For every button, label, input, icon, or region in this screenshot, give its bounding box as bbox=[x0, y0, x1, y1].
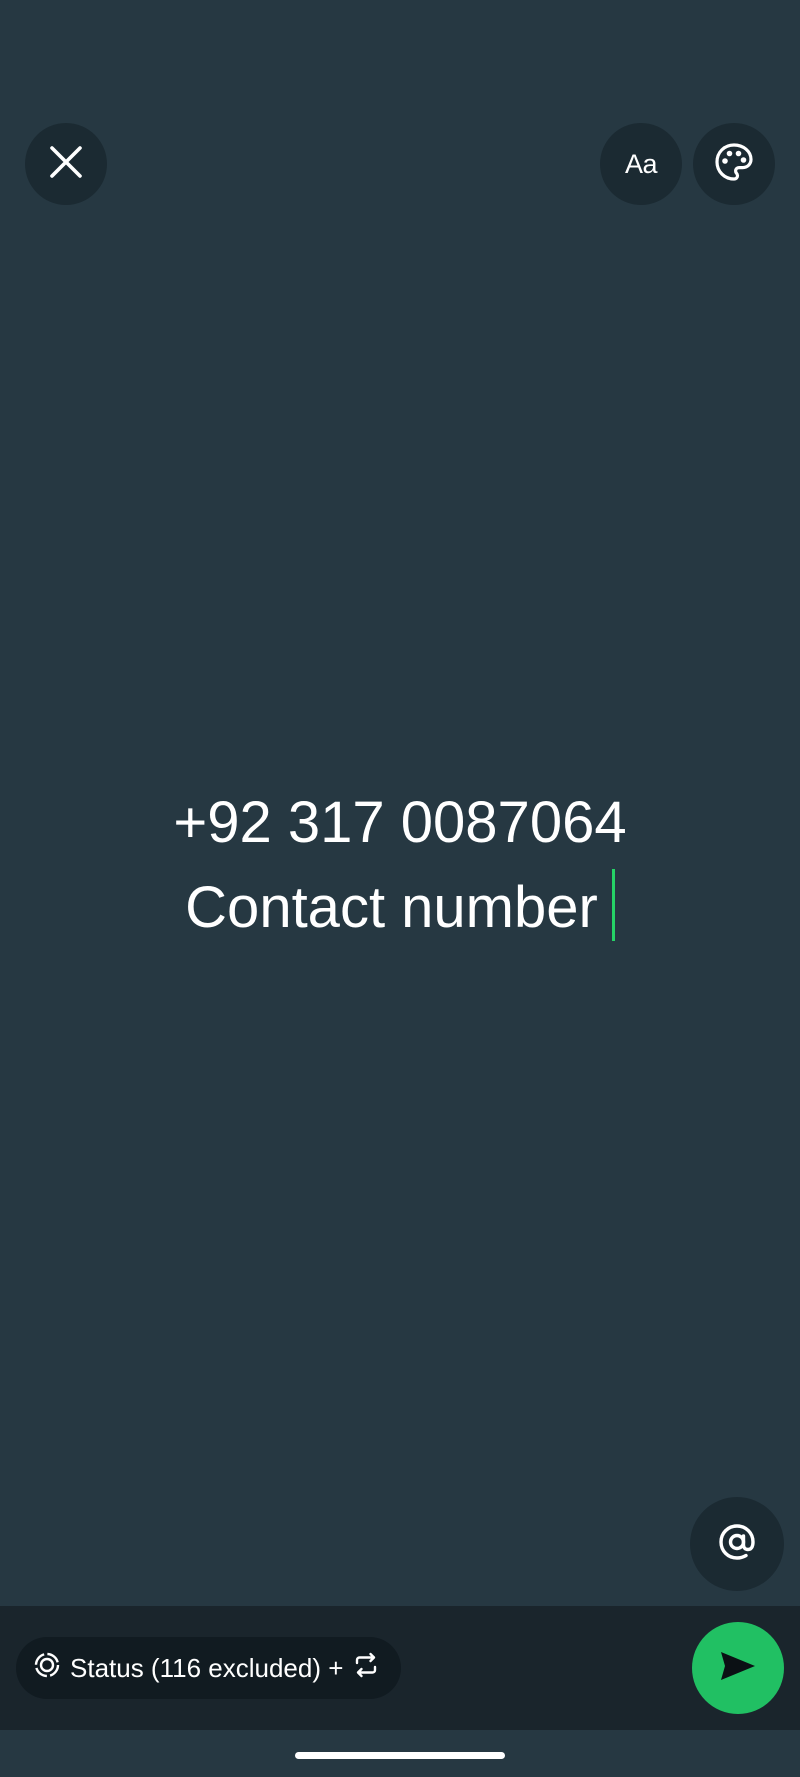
close-button[interactable] bbox=[25, 123, 107, 205]
status-ring-icon bbox=[34, 1652, 60, 1685]
status-audience-label: Status (116 excluded) + bbox=[70, 1652, 344, 1683]
font-style-button[interactable]: Aa bbox=[600, 123, 682, 205]
status-text-line-2-wrap: Contact number bbox=[0, 865, 800, 950]
status-text-line-1: +92 317 0087064 bbox=[173, 790, 627, 855]
repeat-icon bbox=[353, 1652, 379, 1685]
font-style-label: Aa bbox=[624, 148, 658, 179]
close-icon bbox=[49, 145, 83, 184]
status-text-line-2: Contact number bbox=[185, 875, 598, 940]
mention-button[interactable] bbox=[690, 1497, 784, 1591]
status-text-input[interactable]: +92 317 0087064 Contact number bbox=[0, 780, 800, 950]
home-indicator[interactable] bbox=[295, 1752, 505, 1759]
palette-icon bbox=[714, 142, 754, 187]
send-button[interactable] bbox=[692, 1622, 784, 1714]
at-sign-icon bbox=[717, 1522, 757, 1567]
color-palette-button[interactable] bbox=[693, 123, 775, 205]
text-cursor bbox=[611, 869, 615, 941]
status-audience-button[interactable]: Status (116 excluded) + bbox=[16, 1637, 402, 1699]
send-icon bbox=[719, 1650, 757, 1687]
